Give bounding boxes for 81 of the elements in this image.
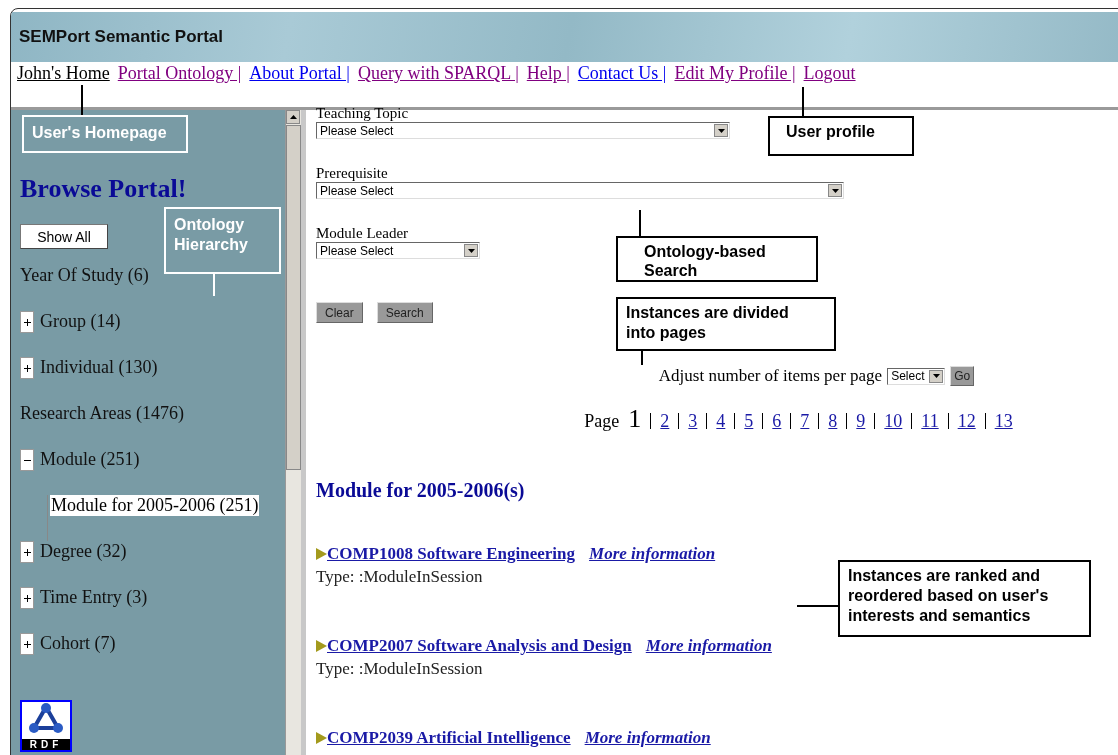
more-information-link[interactable]: More information bbox=[589, 544, 716, 564]
nav-link[interactable]: About Portal | bbox=[249, 63, 350, 84]
page-link[interactable]: 12 bbox=[957, 411, 976, 432]
caret-icon bbox=[932, 374, 940, 378]
expand-button[interactable] bbox=[20, 311, 34, 333]
more-information-link[interactable]: More information bbox=[584, 728, 711, 748]
result-type: Type: :ModuleInSession bbox=[316, 659, 483, 679]
annotation-callout: Instances are divided into pages bbox=[616, 297, 836, 351]
tree-item[interactable]: Degree (32) bbox=[40, 541, 127, 562]
page-link[interactable]: 2 bbox=[660, 411, 670, 432]
page-link[interactable]: 10 bbox=[884, 411, 903, 432]
nav-link[interactable]: John's Home bbox=[17, 63, 110, 84]
result-link[interactable]: COMP1008 Software Engineering bbox=[327, 544, 576, 564]
plus-icon bbox=[23, 364, 31, 372]
tree-item[interactable]: Individual (130) bbox=[40, 357, 158, 378]
page-label: Page bbox=[584, 411, 620, 432]
field-label: Prerequisite bbox=[316, 165, 389, 182]
plus-icon bbox=[23, 640, 31, 648]
expand-button[interactable] bbox=[20, 357, 34, 379]
nav-link[interactable]: Logout bbox=[803, 63, 856, 84]
per-page-label: Adjust number of items per page bbox=[658, 366, 883, 386]
tree-item[interactable]: Year Of Study (6) bbox=[20, 265, 149, 286]
more-information-link[interactable]: More information bbox=[645, 636, 772, 656]
select-field[interactable]: Please Select bbox=[316, 242, 480, 259]
page-link[interactable]: 13 bbox=[994, 411, 1013, 432]
triangle-icon bbox=[316, 640, 327, 652]
result-link[interactable]: COMP2007 Software Analysis and Design bbox=[327, 636, 632, 656]
tree-item[interactable]: Group (14) bbox=[40, 311, 121, 332]
clear-button[interactable]: Clear bbox=[316, 302, 363, 323]
search-button[interactable]: Search bbox=[376, 302, 433, 323]
tree-item[interactable]: Time Entry (3) bbox=[40, 587, 148, 608]
up-arrow-icon[interactable] bbox=[289, 115, 297, 119]
results-heading: Module for 2005-2006(s) bbox=[316, 479, 526, 502]
triangle-icon bbox=[316, 548, 327, 560]
tree-item[interactable]: Module for 2005-2006 (251) bbox=[50, 495, 260, 516]
sidebar-heading: Browse Portal! bbox=[20, 174, 188, 204]
page-link[interactable]: 5 bbox=[744, 411, 754, 432]
go-button[interactable]: Go bbox=[950, 366, 975, 386]
triangle-icon bbox=[316, 732, 327, 744]
select-field[interactable]: Please Select bbox=[316, 182, 844, 199]
tree-item[interactable]: Module (251) bbox=[40, 449, 140, 470]
field-label: Teaching Topic bbox=[316, 105, 410, 122]
annotation-callout: Ontology Hierarchy bbox=[164, 207, 281, 274]
rdf-logo: RDF bbox=[20, 700, 72, 752]
show-all-button[interactable]: Show All bbox=[20, 224, 108, 249]
page-link[interactable]: 8 bbox=[828, 411, 838, 432]
expand-button[interactable] bbox=[20, 587, 34, 609]
result-link[interactable]: COMP2039 Artificial Intelligence bbox=[327, 728, 571, 748]
page-link[interactable]: 6 bbox=[772, 411, 782, 432]
caret-icon bbox=[467, 248, 475, 253]
nav-link[interactable]: Contact Us | bbox=[577, 63, 667, 84]
field-label: Module Leader bbox=[316, 225, 410, 242]
site-title: SEMPort Semantic Portal bbox=[19, 27, 224, 47]
nav-link[interactable]: Portal Ontology | bbox=[117, 63, 242, 84]
scrollbar[interactable] bbox=[285, 110, 301, 755]
tree-item[interactable]: Cohort (7) bbox=[40, 633, 116, 654]
page-link[interactable]: 11 bbox=[921, 411, 939, 432]
annotation-callout: Ontology-based Search bbox=[616, 236, 818, 282]
page-link[interactable]: 9 bbox=[856, 411, 866, 432]
plus-icon bbox=[23, 594, 31, 602]
annotation-callout: User profile bbox=[768, 116, 914, 156]
current-page[interactable]: 1 bbox=[628, 404, 642, 434]
caret-icon bbox=[717, 128, 725, 133]
plus-icon bbox=[23, 318, 31, 326]
result-type: Type: :ModuleInSession bbox=[316, 567, 483, 587]
plus-icon bbox=[23, 548, 31, 556]
tree-item[interactable]: Research Areas (1476) bbox=[20, 403, 184, 424]
caret-icon bbox=[831, 188, 839, 193]
expand-button[interactable] bbox=[20, 541, 34, 563]
annotation-callout: User's Homepage bbox=[22, 115, 188, 153]
collapse-button[interactable] bbox=[20, 449, 34, 471]
annotation-callout: Instances are ranked and reordered based on user's interests and semantics bbox=[838, 560, 1091, 637]
expand-button[interactable] bbox=[20, 633, 34, 655]
page-link[interactable]: 4 bbox=[716, 411, 726, 432]
per-page-select[interactable]: Select bbox=[887, 367, 946, 385]
page-link[interactable]: 7 bbox=[800, 411, 810, 432]
nav-link[interactable]: Edit My Profile | bbox=[674, 63, 796, 84]
select-field[interactable]: Please Select bbox=[316, 122, 730, 139]
nav-link[interactable]: Query with SPARQL | bbox=[357, 63, 519, 84]
page-link[interactable]: 3 bbox=[688, 411, 698, 432]
nav-link[interactable]: Help | bbox=[526, 63, 570, 84]
